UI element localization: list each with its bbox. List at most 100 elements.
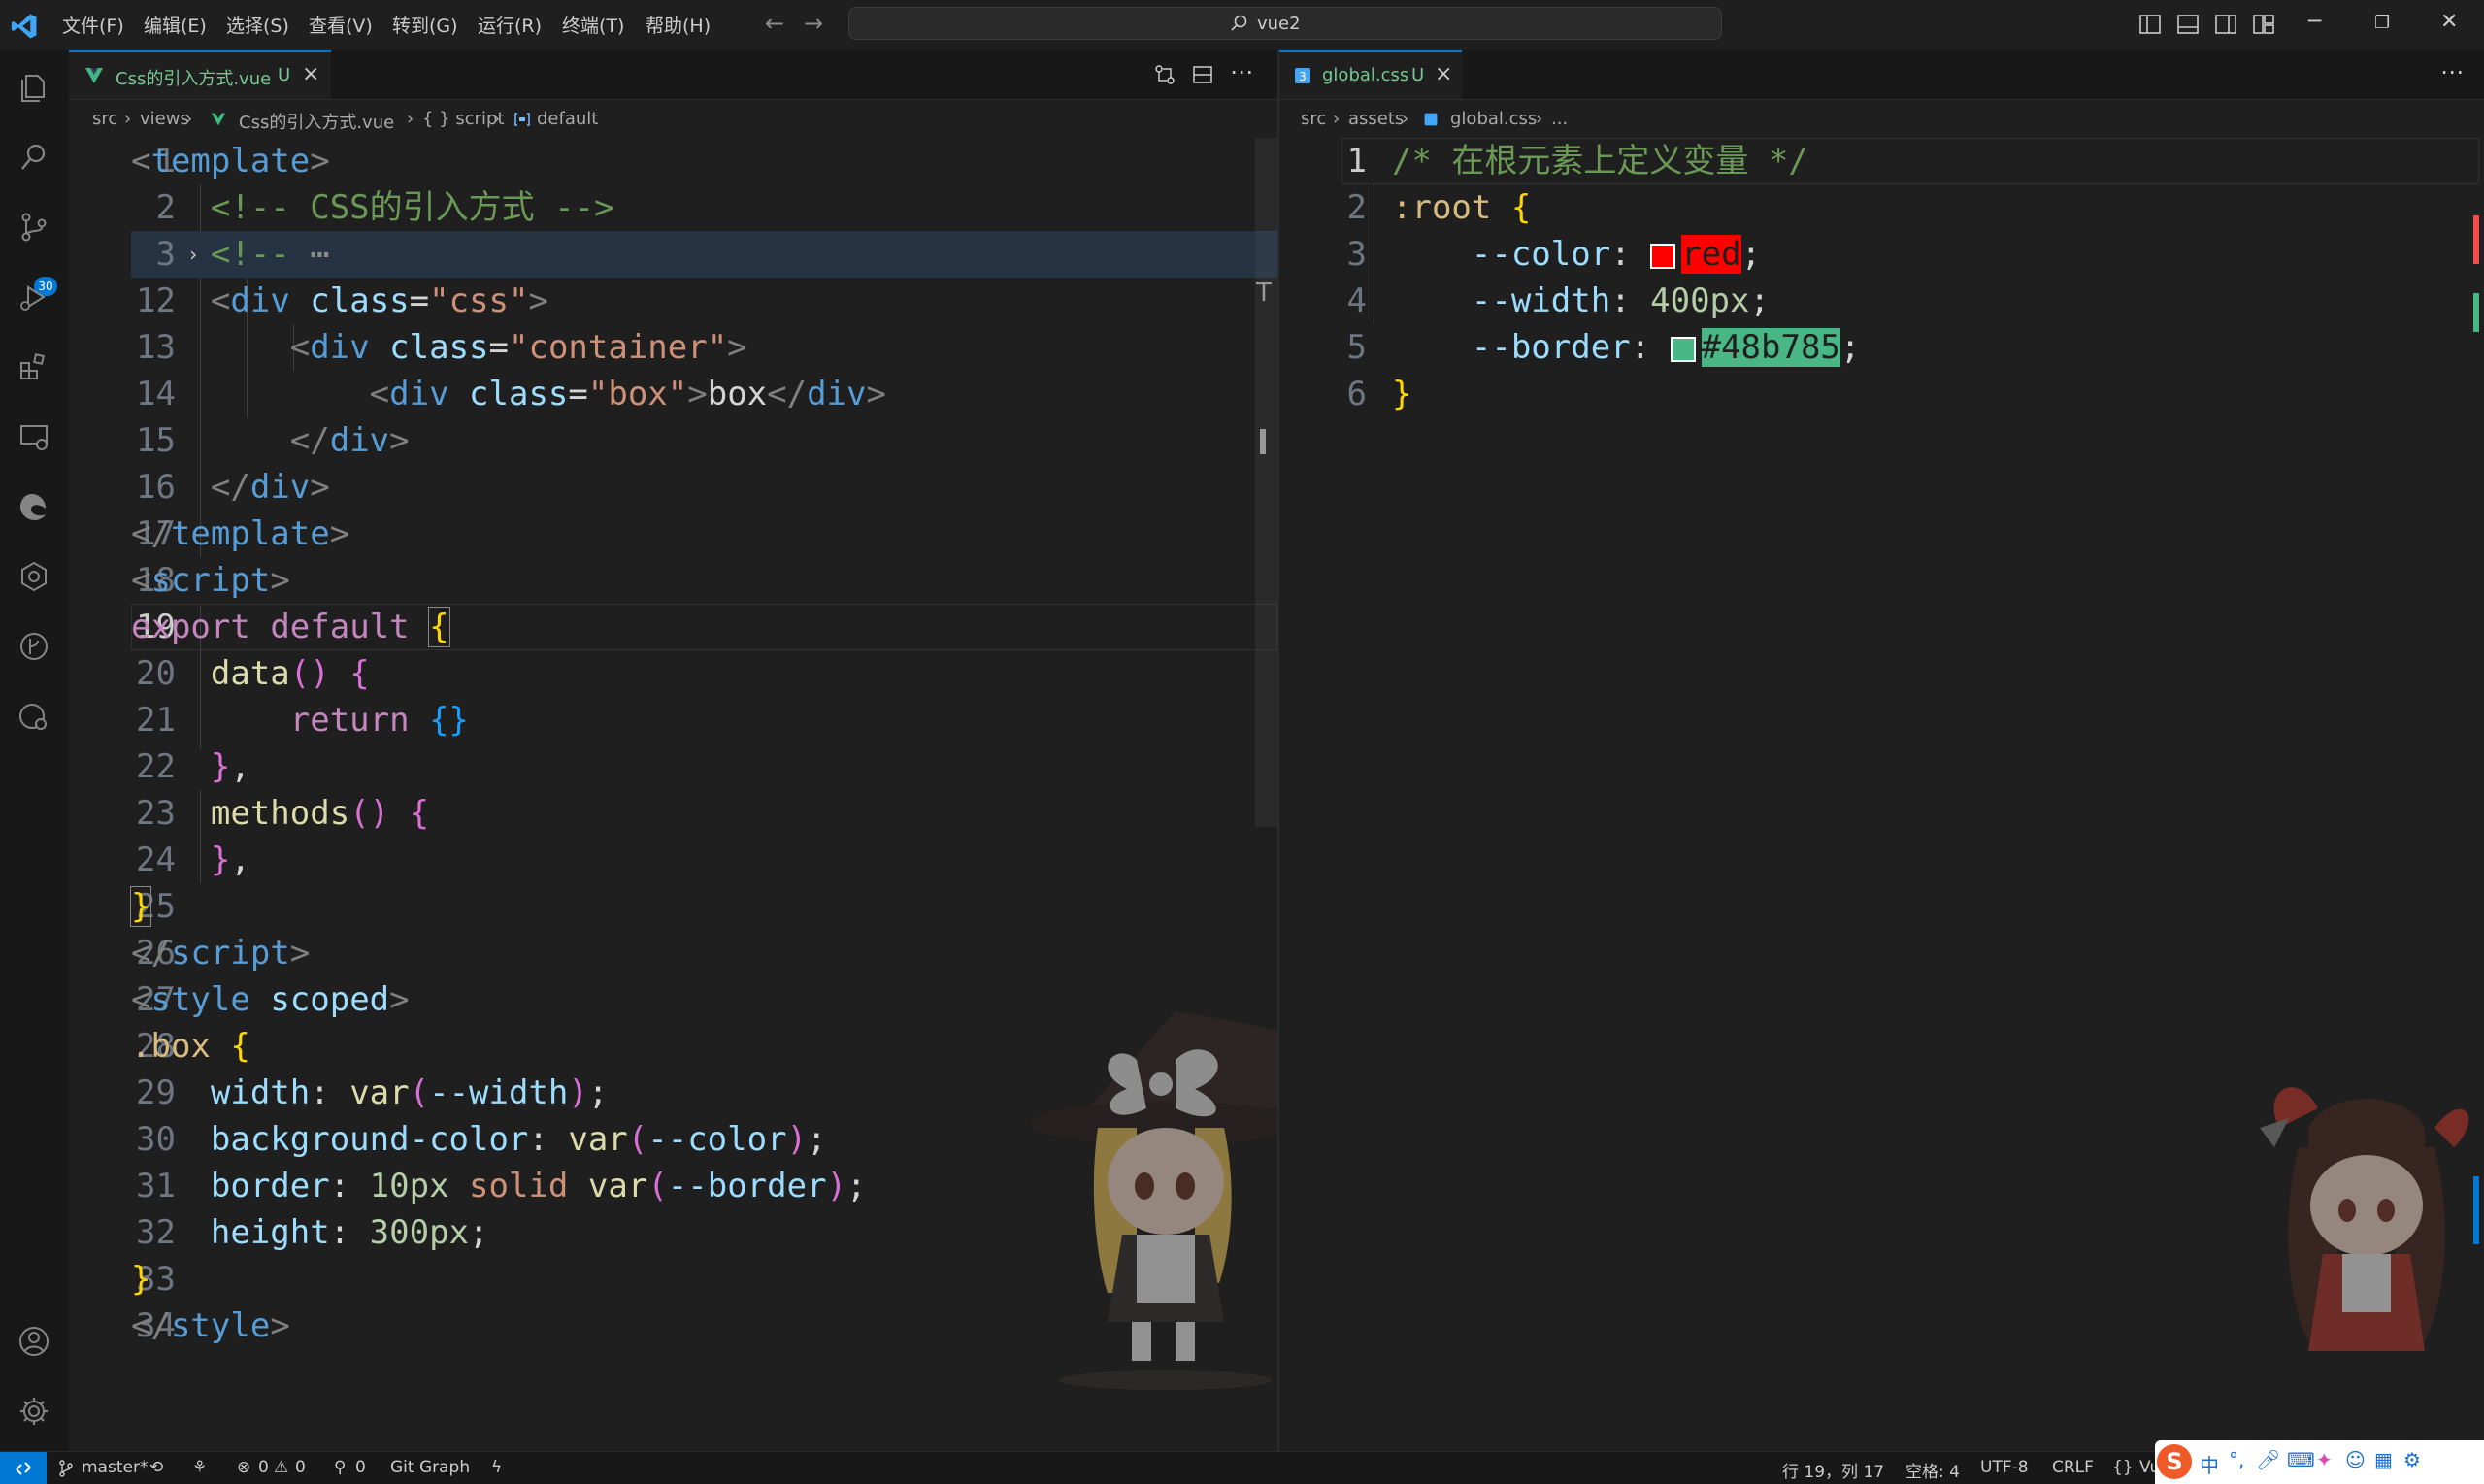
- code-line: },: [210, 841, 250, 879]
- breadcrumb-views[interactable]: views: [140, 109, 189, 129]
- remote-explorer-icon[interactable]: [17, 419, 51, 454]
- branch-name[interactable]: master*: [82, 1458, 148, 1477]
- menu-selection[interactable]: 选择(S): [226, 12, 289, 38]
- menu-go[interactable]: 转到(G): [392, 12, 458, 38]
- source-control-icon[interactable]: [17, 210, 51, 245]
- extensions-icon[interactable]: [17, 349, 51, 384]
- ime-emoji-icon[interactable]: ☺: [2345, 1448, 2366, 1471]
- code-line: border: 10px solid var(--border);: [210, 1167, 867, 1205]
- encoding[interactable]: UTF-8: [1980, 1458, 2029, 1477]
- open-changes-icon[interactable]: [1154, 64, 1176, 85]
- menu-help[interactable]: 帮助(H): [646, 12, 711, 38]
- command-center-search[interactable]: vue2: [848, 7, 1722, 40]
- ime-toolbar[interactable]: S 中 °, 🎤︎ ⌨ ✦ ☺ ▦ ⚙: [2155, 1440, 2484, 1484]
- git-graph-button[interactable]: Git Graph: [390, 1458, 470, 1477]
- cursor-position[interactable]: 行 19，列 17: [1782, 1458, 1884, 1482]
- tab-global-css[interactable]: 3 global.css U ×: [1279, 50, 1462, 99]
- breadcrumb-script[interactable]: { } script: [422, 109, 505, 129]
- right-tab-strip: 3 global.css U × ⋯: [1279, 50, 2484, 100]
- left-code-area[interactable]: 1 <template> 2 <!-- CSS的引入方式 --> 3 › <!-- …: [69, 138, 1277, 1451]
- menu-file[interactable]: 文件(F): [62, 12, 124, 38]
- right-code-area[interactable]: 1 /* 在根元素上定义变量 */ 2:root { 3 --color: red…: [1279, 138, 2484, 1451]
- split-editor-icon[interactable]: [1192, 64, 1213, 85]
- minimize-icon[interactable]: ─: [2308, 10, 2321, 34]
- breadcrumb-file[interactable]: global.css: [1450, 109, 1537, 129]
- error-count[interactable]: 0: [258, 1458, 269, 1477]
- code-line: }: [1392, 375, 1412, 413]
- menu-view[interactable]: 查看(V): [309, 12, 373, 38]
- account-icon[interactable]: [17, 1324, 51, 1359]
- end-of-line[interactable]: CRLF: [2052, 1458, 2094, 1477]
- ime-punctuation-icon[interactable]: °,: [2229, 1448, 2244, 1471]
- close-window-icon[interactable]: ✕: [2440, 10, 2458, 34]
- tab-close-icon[interactable]: ×: [1435, 62, 1452, 86]
- error-icon[interactable]: ⊗: [237, 1458, 250, 1477]
- toggle-secondary-sidebar-icon[interactable]: [2214, 14, 2237, 35]
- line-number: 33: [136, 1260, 176, 1299]
- chevron-right-icon: ›: [493, 109, 501, 129]
- code-line: data() {: [210, 654, 370, 693]
- code-line: <template>: [131, 142, 330, 181]
- ime-apps-icon[interactable]: ▦: [2374, 1448, 2393, 1471]
- menu-terminal[interactable]: 终端(T): [562, 12, 624, 38]
- run-debug-icon[interactable]: [17, 280, 51, 314]
- overview-ruler-marker: [2473, 293, 2479, 332]
- code-line: <style scoped>: [131, 980, 410, 1019]
- explorer-icon[interactable]: [17, 70, 51, 105]
- search-icon[interactable]: [17, 140, 51, 175]
- git-fetch-icon[interactable]: ⚘: [192, 1458, 207, 1477]
- ports-count[interactable]: 0: [355, 1458, 366, 1477]
- git-graph-icon[interactable]: [17, 629, 51, 664]
- ime-keyboard-icon[interactable]: ⌨: [2287, 1448, 2315, 1471]
- breadcrumb-more[interactable]: ...: [1551, 109, 1568, 129]
- settings-gear-icon[interactable]: [17, 1394, 51, 1429]
- tab-close-icon[interactable]: ×: [302, 62, 319, 86]
- mascot-decoration-image: [1030, 1011, 1277, 1390]
- chevron-right-icon: ›: [1402, 109, 1409, 129]
- ime-skin-icon[interactable]: ✦: [2316, 1448, 2333, 1471]
- code-line: height: 300px;: [210, 1213, 489, 1252]
- ime-microphone-icon[interactable]: 🎤︎: [2256, 1448, 2280, 1471]
- vscode-logo-icon: [11, 14, 37, 39]
- color-swatch-red[interactable]: [1650, 243, 1676, 269]
- edge-devtools-icon[interactable]: [17, 489, 51, 524]
- breadcrumb-src[interactable]: src: [92, 109, 117, 129]
- back-arrow-icon[interactable]: ←: [765, 10, 784, 37]
- remote-icon: [16, 1462, 31, 1475]
- sync-icon[interactable]: ⟲: [149, 1458, 163, 1477]
- breadcrumb-src[interactable]: src: [1301, 109, 1326, 129]
- toggle-primary-sidebar-icon[interactable]: [2138, 14, 2162, 35]
- chevron-right-icon: ›: [1333, 109, 1341, 129]
- restore-icon[interactable]: ❐: [2374, 13, 2390, 33]
- customize-layout-icon[interactable]: [2252, 14, 2275, 35]
- ime-chinese-mode-icon[interactable]: 中: [2200, 1450, 2219, 1478]
- braces-icon: {}: [2112, 1458, 2134, 1477]
- docker-icon[interactable]: [17, 699, 51, 734]
- code-line: --width: 400px;: [1471, 281, 1770, 320]
- menu-run[interactable]: 运行(R): [478, 12, 542, 38]
- remote-indicator-button[interactable]: [0, 1452, 47, 1484]
- command-center-text: vue2: [1257, 14, 1301, 34]
- toggle-panel-icon[interactable]: [2176, 14, 2200, 35]
- forward-arrow-icon[interactable]: →: [804, 10, 823, 37]
- more-actions-icon[interactable]: ⋯: [1230, 58, 1253, 85]
- code-line: methods() {: [210, 794, 430, 833]
- indentation[interactable]: 空格: 4: [1905, 1458, 1960, 1482]
- color-swatch-green[interactable]: [1670, 336, 1696, 362]
- more-actions-icon[interactable]: ⋯: [2440, 58, 2464, 85]
- breadcrumb: src › views › Css的引入方式.vue › { } script …: [69, 99, 1277, 138]
- lightning-icon[interactable]: ϟ: [491, 1458, 502, 1477]
- left-editor-group: Css的引入方式.vue U × ⋯ src › views › Css的引入方…: [69, 50, 1277, 1451]
- breadcrumb-default[interactable]: default: [537, 109, 598, 129]
- ports-icon[interactable]: ⚲: [334, 1458, 346, 1477]
- tab-css-vue[interactable]: Css的引入方式.vue U ×: [69, 50, 331, 99]
- status-bar: master* ⟲ ⚘ ⊗ 0 ⚠ 0 ⚲ 0 Git Graph ϟ 行 19…: [0, 1440, 2484, 1484]
- warning-icon[interactable]: ⚠: [274, 1458, 288, 1477]
- menu-edit[interactable]: 编辑(E): [144, 12, 207, 38]
- breadcrumb-file[interactable]: Css的引入方式.vue: [239, 109, 394, 134]
- warning-count[interactable]: 0: [295, 1458, 306, 1477]
- breadcrumb-assets[interactable]: assets: [1348, 109, 1404, 129]
- left-scrollbar-thumb[interactable]: [1255, 138, 1277, 827]
- ime-settings-icon[interactable]: ⚙: [2403, 1448, 2421, 1471]
- gitlens-icon[interactable]: [17, 559, 51, 594]
